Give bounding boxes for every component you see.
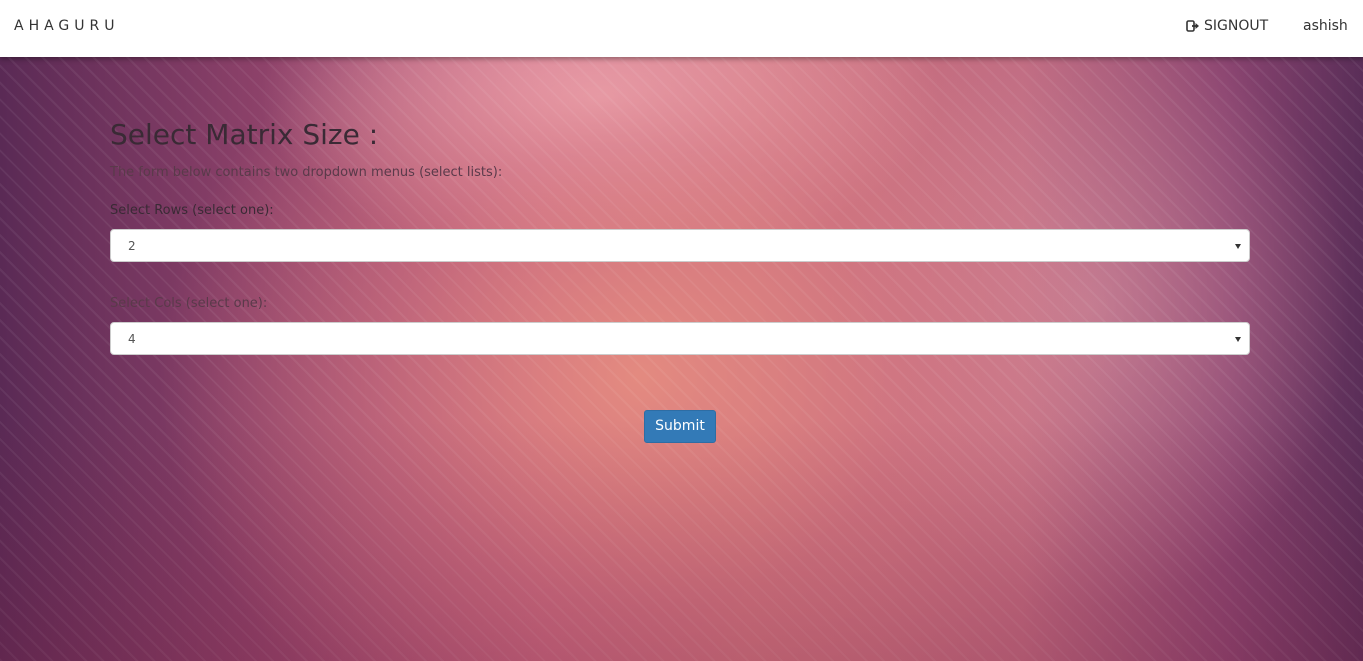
cols-label: Select Cols (select one): <box>110 296 268 311</box>
form-description: The form below contains two dropdown men… <box>110 165 503 180</box>
submit-button[interactable]: Submit <box>644 410 716 443</box>
rows-select[interactable]: 2 <box>110 229 1250 262</box>
caret-down-icon <box>1235 244 1241 249</box>
username-link[interactable]: ashish <box>1303 18 1348 34</box>
signout-button[interactable]: SIGNOUT <box>1186 18 1268 34</box>
rows-select-value: 2 <box>128 239 136 253</box>
caret-down-icon <box>1235 337 1241 342</box>
sign-out-icon <box>1186 20 1199 32</box>
rows-label: Select Rows (select one): <box>110 203 274 218</box>
page-title: Select Matrix Size : <box>110 118 379 151</box>
brand-logo[interactable]: AHAGURU <box>14 18 120 34</box>
cols-select[interactable]: 4 <box>110 322 1250 355</box>
cols-select-value: 4 <box>128 332 136 346</box>
top-navbar: AHAGURU SIGNOUT ashish <box>0 0 1363 57</box>
signout-label: SIGNOUT <box>1204 18 1269 34</box>
